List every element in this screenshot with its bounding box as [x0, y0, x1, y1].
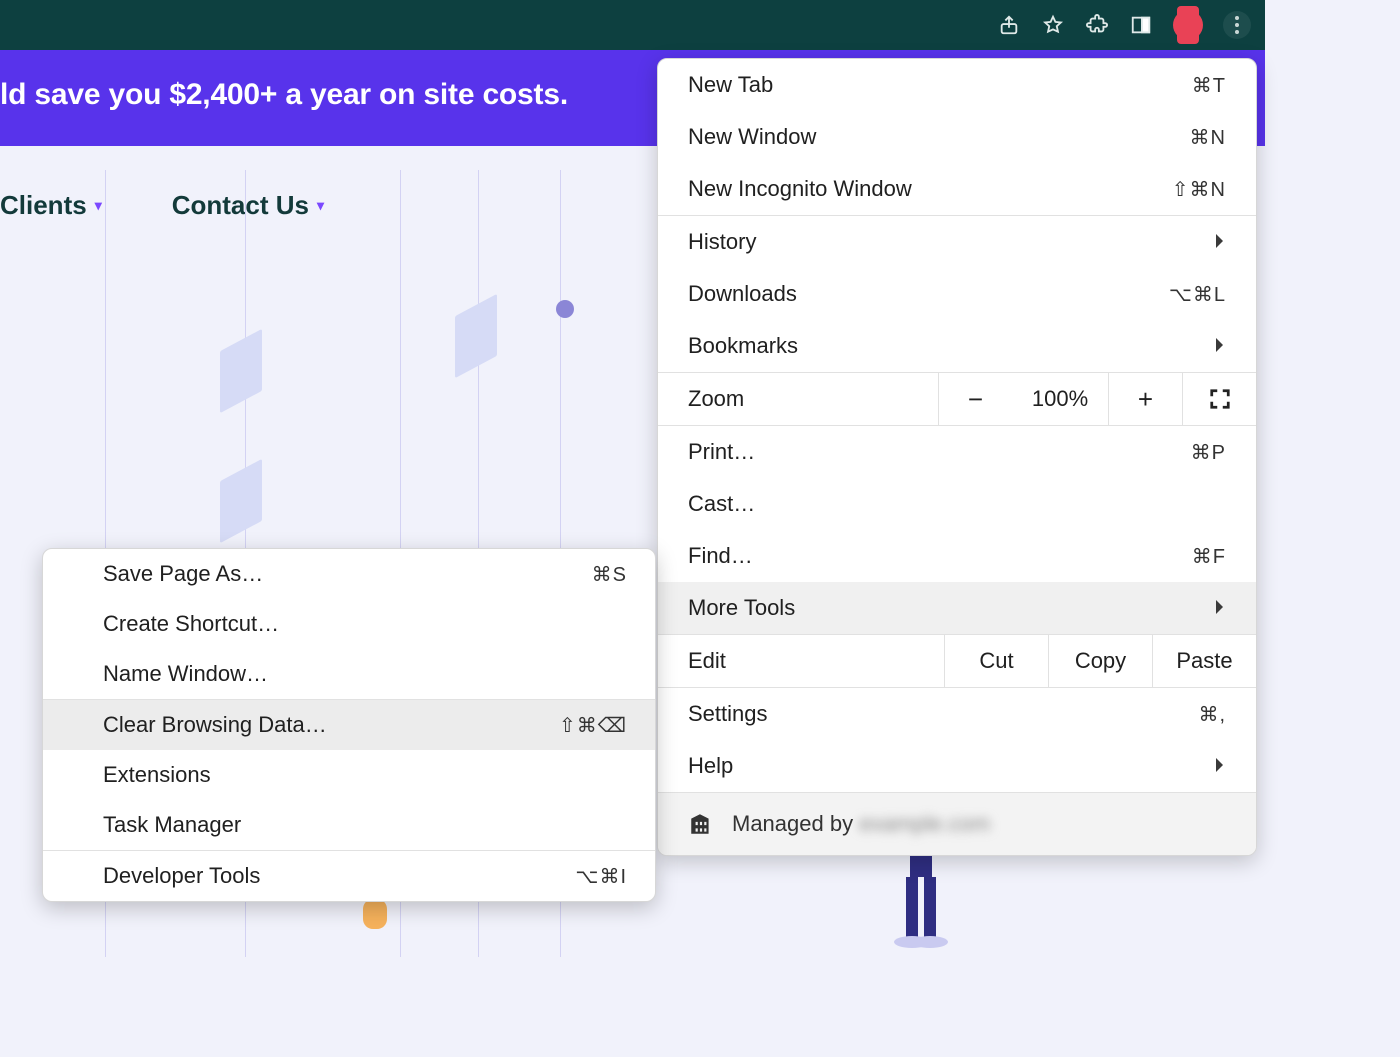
menu-edit-label: Edit — [658, 635, 944, 687]
submenu-clear-browsing-data[interactable]: Clear Browsing Data… ⇧⌘⌫ — [43, 700, 655, 750]
chevron-right-icon — [1214, 229, 1226, 255]
menu-zoom-label: Zoom — [658, 373, 938, 425]
submenu-name-window[interactable]: Name Window… — [43, 649, 655, 699]
browser-toolbar — [0, 0, 1265, 50]
menu-help[interactable]: Help — [658, 740, 1256, 792]
more-tools-submenu: Save Page As… ⌘S Create Shortcut… Name W… — [42, 548, 656, 902]
edit-paste-button[interactable]: Paste — [1152, 635, 1256, 687]
menu-new-incognito[interactable]: New Incognito Window ⇧⌘N — [658, 163, 1256, 215]
fullscreen-button[interactable] — [1182, 373, 1256, 425]
chevron-right-icon — [1214, 333, 1226, 359]
menu-downloads[interactable]: Downloads ⌥⌘L — [658, 268, 1256, 320]
menu-cast[interactable]: Cast… — [658, 478, 1256, 530]
edit-copy-button[interactable]: Copy — [1048, 635, 1152, 687]
nav-contact-label: Contact Us — [172, 190, 309, 221]
menu-print[interactable]: Print… ⌘P — [658, 426, 1256, 478]
chrome-main-menu: New Tab ⌘T New Window ⌘N New Incognito W… — [657, 58, 1257, 856]
submenu-developer-tools[interactable]: Developer Tools ⌥⌘I — [43, 851, 655, 901]
nav-clients[interactable]: Clients ▾ — [0, 190, 102, 221]
menu-new-tab[interactable]: New Tab ⌘T — [658, 59, 1256, 111]
chevron-down-icon: ▾ — [317, 197, 324, 214]
menu-settings[interactable]: Settings ⌘, — [658, 688, 1256, 740]
extensions-puzzle-icon[interactable] — [1085, 13, 1109, 37]
bookmark-star-icon[interactable] — [1041, 13, 1065, 37]
submenu-task-manager[interactable]: Task Manager — [43, 800, 655, 850]
menu-edit-row: Edit Cut Copy Paste — [658, 634, 1256, 688]
menu-more-tools[interactable]: More Tools — [658, 582, 1256, 634]
edit-cut-button[interactable]: Cut — [944, 635, 1048, 687]
chevron-right-icon — [1214, 753, 1226, 779]
menu-managed-by[interactable]: Managed by example.com — [658, 792, 1256, 855]
zoom-out-button[interactable]: − — [938, 373, 1012, 425]
share-icon[interactable] — [997, 13, 1021, 37]
profile-avatar[interactable] — [1173, 10, 1203, 40]
zoom-in-button[interactable]: + — [1108, 373, 1182, 425]
submenu-extensions[interactable]: Extensions — [43, 750, 655, 800]
nav-clients-label: Clients — [0, 190, 87, 221]
building-icon — [688, 811, 714, 837]
chevron-down-icon: ▾ — [95, 197, 102, 214]
menu-zoom-row: Zoom − 100% + — [658, 372, 1256, 426]
menu-bookmarks[interactable]: Bookmarks — [658, 320, 1256, 372]
zoom-value: 100% — [1012, 373, 1108, 425]
menu-find[interactable]: Find… ⌘F — [658, 530, 1256, 582]
panel-icon[interactable] — [1129, 13, 1153, 37]
submenu-save-page[interactable]: Save Page As… ⌘S — [43, 549, 655, 599]
kebab-menu-button[interactable] — [1223, 11, 1251, 39]
chevron-right-icon — [1214, 595, 1226, 621]
nav-contact[interactable]: Contact Us ▾ — [172, 190, 324, 221]
menu-new-window[interactable]: New Window ⌘N — [658, 111, 1256, 163]
menu-history[interactable]: History — [658, 216, 1256, 268]
submenu-create-shortcut[interactable]: Create Shortcut… — [43, 599, 655, 649]
